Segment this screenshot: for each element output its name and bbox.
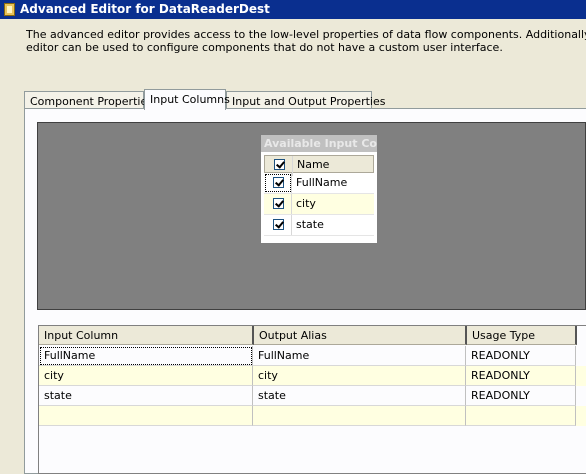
description-line-1: The advanced editor provides access to t… <box>26 28 586 41</box>
column-checkbox-city[interactable] <box>273 198 284 209</box>
available-input-columns-title[interactable]: Available Input Co... <box>261 135 377 152</box>
usage-type-header[interactable]: Usage Type <box>467 326 577 345</box>
input-column-header[interactable]: Input Column <box>39 326 254 345</box>
usage-type-cell[interactable] <box>466 406 576 426</box>
name-column-header: Name <box>297 158 330 171</box>
tab-input-output-properties[interactable]: Input and Output Properties <box>226 91 385 109</box>
usage-type-cell[interactable]: READONLY <box>466 386 576 406</box>
grid-header: Input Column Output Alias Usage Type <box>39 326 586 345</box>
table-row: city city READONLY <box>39 366 586 386</box>
output-alias-cell[interactable]: FullName <box>253 346 466 366</box>
available-columns-list: Name FullName city state <box>264 155 374 236</box>
column-name: state <box>296 218 324 231</box>
app-icon <box>4 3 15 16</box>
column-mapping-grid: Input Column Output Alias Usage Type Ful… <box>38 325 586 474</box>
input-column-cell[interactable] <box>39 406 253 426</box>
column-name: FullName <box>296 176 348 189</box>
output-alias-cell[interactable] <box>253 406 466 426</box>
available-input-columns-box: Available Input Co... Name FullName city… <box>260 134 378 244</box>
output-alias-header[interactable]: Output Alias <box>254 326 467 345</box>
tab-input-columns[interactable]: Input Columns <box>144 89 230 110</box>
description-line-2: editor can be used to configure componen… <box>26 41 503 54</box>
new-row <box>39 406 586 426</box>
list-item[interactable]: FullName <box>264 173 374 194</box>
input-column-cell[interactable]: state <box>39 386 253 406</box>
column-checkbox-state[interactable] <box>273 219 284 230</box>
column-name: city <box>296 197 316 210</box>
tab-component-properties[interactable]: Component Properties <box>24 91 153 109</box>
table-row: FullName FullName READONLY <box>39 346 586 366</box>
input-column-cell[interactable]: FullName <box>39 346 253 366</box>
output-alias-cell[interactable]: city <box>253 366 466 386</box>
window-title: Advanced Editor for DataReaderDest <box>20 2 270 16</box>
usage-type-cell[interactable]: READONLY <box>466 346 576 366</box>
available-columns-header: Name <box>264 155 374 176</box>
output-alias-cell[interactable]: state <box>253 386 466 406</box>
list-item[interactable]: city <box>264 194 374 215</box>
select-all-checkbox[interactable] <box>274 159 285 170</box>
table-row: state state READONLY <box>39 386 586 406</box>
input-column-cell[interactable]: city <box>39 366 253 386</box>
description-text: The advanced editor provides access to t… <box>26 28 586 58</box>
title-bar: Advanced Editor for DataReaderDest <box>0 0 586 19</box>
column-checkbox-fullname[interactable] <box>273 177 284 188</box>
usage-type-cell[interactable]: READONLY <box>466 366 576 386</box>
list-item[interactable]: state <box>264 215 374 236</box>
